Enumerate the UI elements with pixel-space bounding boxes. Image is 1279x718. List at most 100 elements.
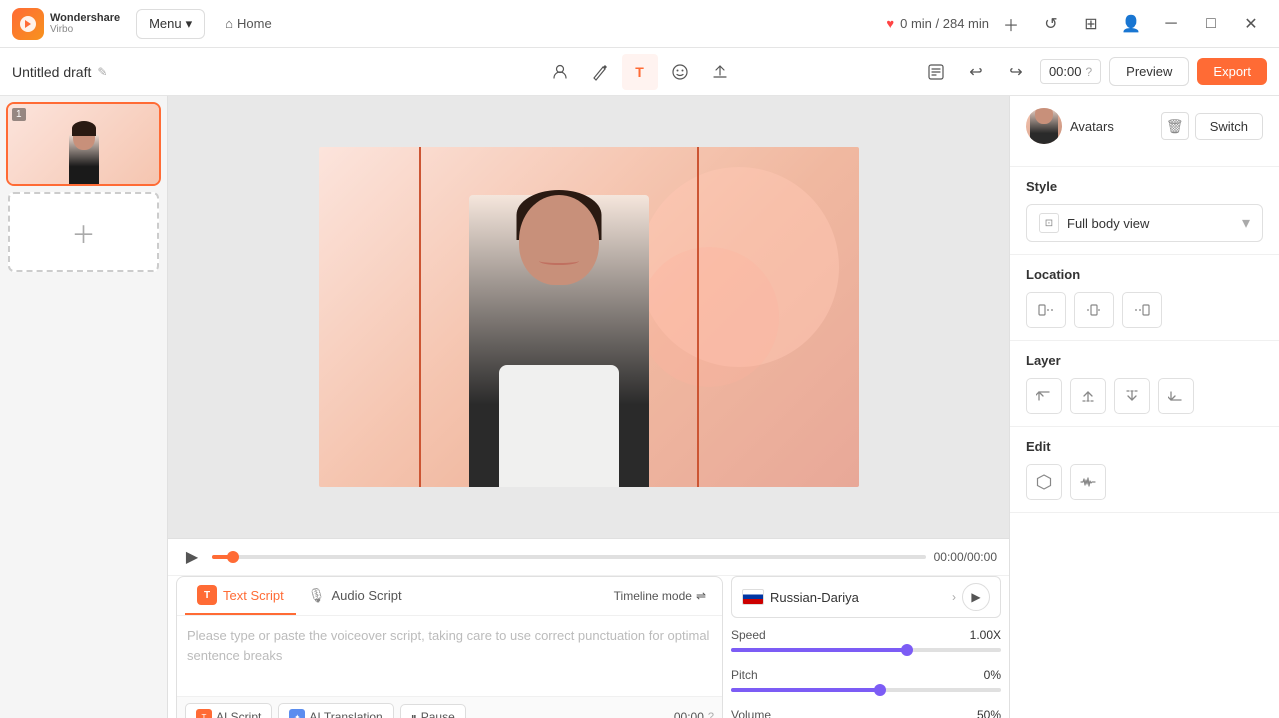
progress-track[interactable] bbox=[212, 555, 926, 559]
pitch-param: Pitch 0% bbox=[731, 664, 1001, 698]
edit-draft-icon[interactable]: ✎ bbox=[97, 65, 107, 79]
location-right-button[interactable] bbox=[1122, 292, 1162, 328]
logo-text: Wondershare Virbo bbox=[50, 12, 120, 35]
speed-slider[interactable] bbox=[731, 648, 1001, 652]
pitch-slider-thumb[interactable] bbox=[874, 684, 886, 696]
redo-button[interactable]: ↪ bbox=[1000, 56, 1032, 88]
delete-avatar-button[interactable]: 🗑 bbox=[1161, 112, 1189, 140]
menu-button[interactable]: Menu ▾ bbox=[136, 9, 205, 39]
logo: Wondershare Virbo bbox=[12, 8, 120, 40]
ai-script-button[interactable]: T AI Script bbox=[185, 703, 272, 718]
style-option-icon: ⊡ bbox=[1039, 213, 1059, 233]
toolbar-icons: T bbox=[542, 54, 738, 90]
user-button[interactable]: 👤 bbox=[1115, 8, 1147, 40]
edit-section: Edit bbox=[1010, 427, 1279, 513]
canvas-viewport bbox=[168, 96, 1009, 538]
audio-script-panel: Russian-Dariya › ▶ Speed 1.00X bbox=[731, 576, 1001, 718]
slides-panel: 1 ＋ bbox=[0, 96, 168, 718]
timeline-mode-button[interactable]: Timeline mode ⇌ bbox=[606, 585, 714, 607]
edit-waveform-button[interactable] bbox=[1070, 464, 1106, 500]
timeline-area: ▶ 00:00/00:00 T Text Script bbox=[168, 538, 1009, 718]
progress-thumb[interactable] bbox=[227, 551, 239, 563]
script-area: T Text Script 🎙 Audio Script Timeline mo… bbox=[168, 576, 1009, 718]
slide-number-1: 1 bbox=[12, 108, 26, 121]
text-tool-button[interactable]: T bbox=[622, 54, 658, 90]
pitch-slider-fill bbox=[731, 688, 880, 692]
heart-icon: ♥ bbox=[886, 16, 894, 31]
canvas-background bbox=[319, 147, 859, 487]
avatar-shirt bbox=[499, 365, 619, 487]
play-button[interactable]: ▶ bbox=[180, 545, 204, 569]
voice-selector[interactable]: Russian-Dariya › ▶ bbox=[731, 576, 1001, 618]
script-content[interactable]: Please type or paste the voiceover scrip… bbox=[177, 616, 722, 696]
ai-translation-button[interactable]: ✦ AI Translation bbox=[278, 703, 393, 718]
time-counter: 00:00/00:00 bbox=[934, 550, 997, 564]
grid-button[interactable]: ⊞ bbox=[1075, 8, 1107, 40]
script-time-help-icon[interactable]: ? bbox=[708, 711, 714, 718]
layer-bottom-button[interactable] bbox=[1158, 378, 1194, 414]
second-bar: Untitled draft ✎ T ↩ ↪ 00:00 ? Preview E… bbox=[0, 48, 1279, 96]
edit-hexagon-button[interactable] bbox=[1026, 464, 1062, 500]
layer-controls bbox=[1026, 378, 1263, 414]
text-script-tab[interactable]: T Text Script bbox=[185, 577, 296, 615]
layer-top-button[interactable] bbox=[1026, 378, 1062, 414]
upload-tool-button[interactable] bbox=[702, 54, 738, 90]
volume-param: Volume 50% bbox=[731, 704, 1001, 718]
script-bottom-bar: T AI Script ✦ AI Translation ⏸ Pause 0 bbox=[177, 696, 722, 718]
speed-param: Speed 1.00X bbox=[731, 624, 1001, 658]
style-option: ⊡ Full body view bbox=[1039, 213, 1149, 233]
avatar-tool-button[interactable] bbox=[542, 54, 578, 90]
add-slide-button[interactable]: ＋ bbox=[8, 192, 159, 272]
export-button[interactable]: Export bbox=[1197, 58, 1267, 85]
add-time-button[interactable]: ＋ bbox=[995, 8, 1027, 40]
emoji-tool-button[interactable] bbox=[662, 54, 698, 90]
avatar-container[interactable] bbox=[419, 147, 699, 487]
location-left-button[interactable] bbox=[1026, 292, 1066, 328]
undo-button[interactable]: ↩ bbox=[960, 56, 992, 88]
top-bar: Wondershare Virbo Menu ▾ ⌂ Home ♥ 0 min … bbox=[0, 0, 1279, 48]
playback-bar: ▶ 00:00/00:00 bbox=[168, 539, 1009, 576]
home-button[interactable]: ⌂ Home bbox=[213, 10, 284, 37]
avatars-header: Avatars 🗑 Switch bbox=[1026, 108, 1263, 144]
layer-section: Layer bbox=[1010, 341, 1279, 427]
ai-translation-icon: ✦ bbox=[289, 709, 305, 718]
refresh-button[interactable]: ↺ bbox=[1035, 8, 1067, 40]
location-section: Location bbox=[1010, 255, 1279, 341]
location-center-button[interactable] bbox=[1074, 292, 1114, 328]
speed-slider-thumb[interactable] bbox=[901, 644, 913, 656]
slide-item-1[interactable]: 1 bbox=[8, 104, 159, 184]
minimize-button[interactable]: ─ bbox=[1155, 8, 1187, 40]
text-script-panel: T Text Script 🎙 Audio Script Timeline mo… bbox=[176, 576, 723, 718]
style-dropdown[interactable]: ⊡ Full body view ▾ bbox=[1026, 204, 1263, 242]
layer-up-button[interactable] bbox=[1070, 378, 1106, 414]
timeline-mode-icon: ⇌ bbox=[696, 589, 706, 603]
play-voice-button[interactable]: ▶ bbox=[962, 583, 990, 611]
avatar-figure bbox=[421, 147, 697, 487]
history-button[interactable] bbox=[920, 56, 952, 88]
pause-icon: ⏸ bbox=[411, 710, 417, 718]
script-tabs: T Text Script 🎙 Audio Script Timeline mo… bbox=[177, 577, 722, 616]
mic-icon: 🎙 bbox=[308, 587, 326, 604]
avatar-head bbox=[519, 195, 599, 285]
chevron-down-icon: ▾ bbox=[1242, 213, 1250, 233]
slide-thumbnail-1 bbox=[8, 104, 159, 184]
maximize-button[interactable]: □ bbox=[1195, 8, 1227, 40]
location-grid bbox=[1026, 292, 1263, 328]
brush-tool-button[interactable] bbox=[582, 54, 618, 90]
script-time: 00:00 ? bbox=[674, 710, 714, 718]
audio-script-tab[interactable]: 🎙 Audio Script bbox=[296, 579, 414, 614]
russian-flag-icon bbox=[742, 589, 764, 605]
speed-slider-fill bbox=[731, 648, 907, 652]
layer-down-button[interactable] bbox=[1114, 378, 1150, 414]
draft-title: Untitled draft ✎ bbox=[12, 64, 542, 80]
pitch-slider[interactable] bbox=[731, 688, 1001, 692]
style-section: Style ⊡ Full body view ▾ bbox=[1010, 167, 1279, 255]
ai-script-icon: T bbox=[196, 709, 212, 718]
preview-button[interactable]: Preview bbox=[1109, 57, 1189, 86]
close-button[interactable]: ✕ bbox=[1235, 8, 1267, 40]
switch-avatar-button[interactable]: Switch bbox=[1195, 113, 1263, 140]
time-info: ♥ 0 min / 284 min ＋ bbox=[886, 8, 1027, 40]
right-panel: Avatars 🗑 Switch Style ⊡ Full body view … bbox=[1009, 96, 1279, 718]
pause-button[interactable]: ⏸ Pause bbox=[400, 704, 466, 718]
help-icon[interactable]: ? bbox=[1085, 65, 1092, 79]
